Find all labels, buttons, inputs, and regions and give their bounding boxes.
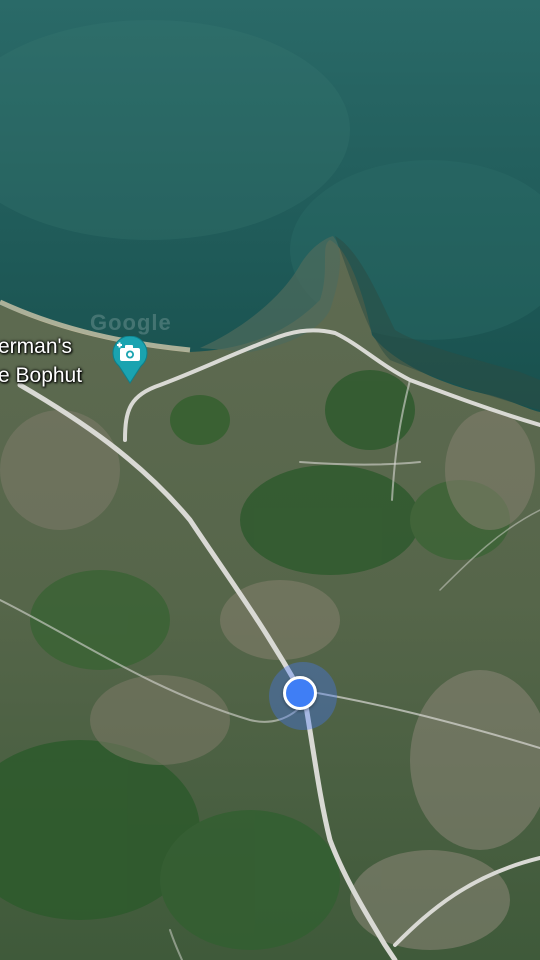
place-label[interactable]: erman's e Bophut (0, 332, 82, 390)
map-view[interactable]: Google erman's e Bophut (0, 0, 540, 960)
satellite-imagery (0, 0, 540, 960)
place-label-line-2: e Bophut (0, 364, 83, 387)
my-location-dot-icon[interactable] (283, 676, 317, 710)
google-watermark: Google (90, 310, 172, 335)
place-label-line-1: erman's (0, 335, 73, 358)
camera-pin-icon[interactable] (111, 336, 149, 384)
